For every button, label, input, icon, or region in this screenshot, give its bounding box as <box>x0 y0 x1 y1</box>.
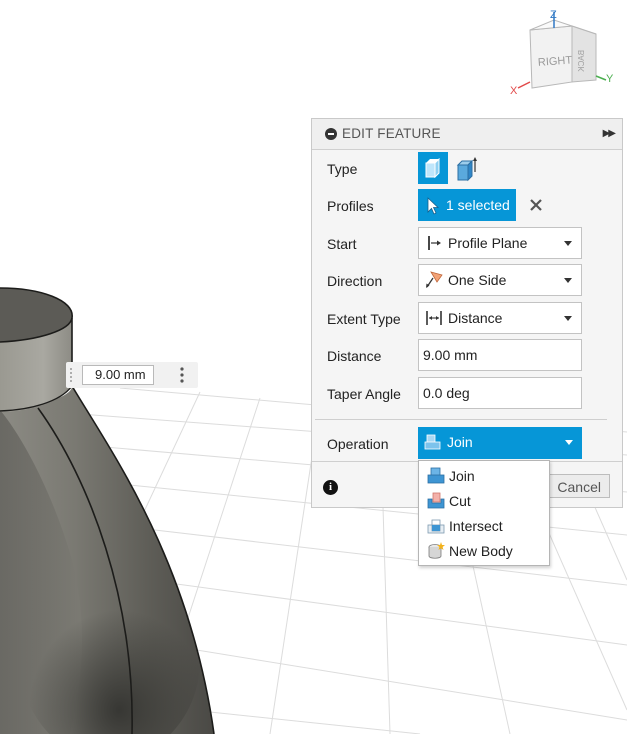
menu-item-label: New Body <box>449 543 513 559</box>
viewcube-right-label: RIGHT <box>538 54 573 68</box>
taper-angle-label: Taper Angle <box>327 386 401 402</box>
new-body-icon <box>428 542 445 559</box>
profiles-select-button[interactable]: 1 selected <box>418 189 516 221</box>
menu-item-label: Join <box>449 468 475 484</box>
join-icon <box>424 434 441 450</box>
axis-y-label: Y <box>606 73 614 85</box>
distance-row: Distance 9.00 mm <box>312 339 622 373</box>
info-icon[interactable]: i <box>323 480 338 495</box>
start-row: Start Profile Plane <box>312 227 622 261</box>
viewcube-back-label: BACK <box>577 50 586 72</box>
menu-item-intersect[interactable]: Intersect <box>419 513 549 538</box>
chevron-down-icon <box>564 241 572 246</box>
direction-label: Direction <box>327 273 383 289</box>
drag-grip-icon[interactable] <box>68 366 74 384</box>
direction-dropdown[interactable]: One Side <box>418 264 582 296</box>
neck-cylinder <box>0 287 73 412</box>
intersect-icon <box>427 519 445 534</box>
direction-value: One Side <box>448 272 507 288</box>
menu-item-label: Intersect <box>449 518 503 534</box>
extent-type-dropdown[interactable]: Distance <box>418 302 582 334</box>
menu-item-new-body[interactable]: New Body <box>419 538 549 563</box>
panel-header: EDIT FEATURE ▶▶ <box>312 119 622 150</box>
menu-item-cut[interactable]: Cut <box>419 488 549 513</box>
chevron-down-icon <box>565 440 573 445</box>
cursor-arrow-icon <box>427 197 440 215</box>
extent-type-value: Distance <box>448 310 503 326</box>
start-dropdown[interactable]: Profile Plane <box>418 227 582 259</box>
start-label: Start <box>327 236 357 252</box>
operation-label: Operation <box>327 436 389 452</box>
profiles-label: Profiles <box>327 198 374 214</box>
bulb-body <box>0 385 215 734</box>
profile-plane-icon <box>428 236 441 250</box>
panel-title: EDIT FEATURE <box>342 126 441 141</box>
dimension-input-box: 9.00 mm <box>66 362 198 388</box>
extent-type-label: Extent Type <box>327 311 401 327</box>
type-label: Type <box>327 161 358 177</box>
view-cube[interactable]: RIGHT BACK Z X Y <box>510 8 620 100</box>
distance-label: Distance <box>327 348 382 364</box>
edit-feature-panel: EDIT FEATURE ▶▶ Type Profiles 1 selected… <box>311 118 623 508</box>
profiles-selected-count: 1 selected <box>446 197 510 213</box>
chevron-down-icon <box>564 278 572 283</box>
panel-separator <box>315 419 607 420</box>
clear-selection-icon[interactable] <box>528 197 544 213</box>
distance-extent-icon <box>426 311 442 325</box>
join-icon <box>427 467 445 484</box>
distance-field[interactable]: 9.00 mm <box>418 339 582 371</box>
extent-type-row: Extent Type Distance <box>312 302 622 336</box>
one-side-icon <box>426 271 443 288</box>
profiles-row: Profiles 1 selected <box>312 189 622 223</box>
taper-angle-row: Taper Angle 0.0 deg <box>312 377 622 411</box>
type-thin-extrude-icon[interactable] <box>454 156 480 182</box>
operation-menu: Join Cut Intersect New Body <box>418 460 550 566</box>
axis-z-label: Z <box>550 9 557 21</box>
type-row: Type <box>312 152 622 186</box>
expand-panel-icon[interactable]: ▶▶ <box>603 128 616 139</box>
more-options-icon[interactable] <box>179 367 185 383</box>
cut-icon <box>427 492 445 509</box>
operation-row: Operation Join <box>312 427 622 461</box>
operation-dropdown[interactable]: Join <box>418 427 582 459</box>
type-extrude-solid-button[interactable] <box>418 152 448 184</box>
operation-value: Join <box>447 434 473 450</box>
menu-item-join[interactable]: Join <box>419 463 549 488</box>
axis-x-label: X <box>510 85 518 97</box>
solid-extrude-icon <box>425 158 440 178</box>
start-value: Profile Plane <box>448 235 528 251</box>
distance-dimension-input[interactable]: 9.00 mm <box>82 365 154 385</box>
collapse-icon[interactable] <box>325 128 337 140</box>
direction-row: Direction One Side <box>312 264 622 298</box>
chevron-down-icon <box>564 316 572 321</box>
menu-item-label: Cut <box>449 493 471 509</box>
taper-angle-field[interactable]: 0.0 deg <box>418 377 582 409</box>
